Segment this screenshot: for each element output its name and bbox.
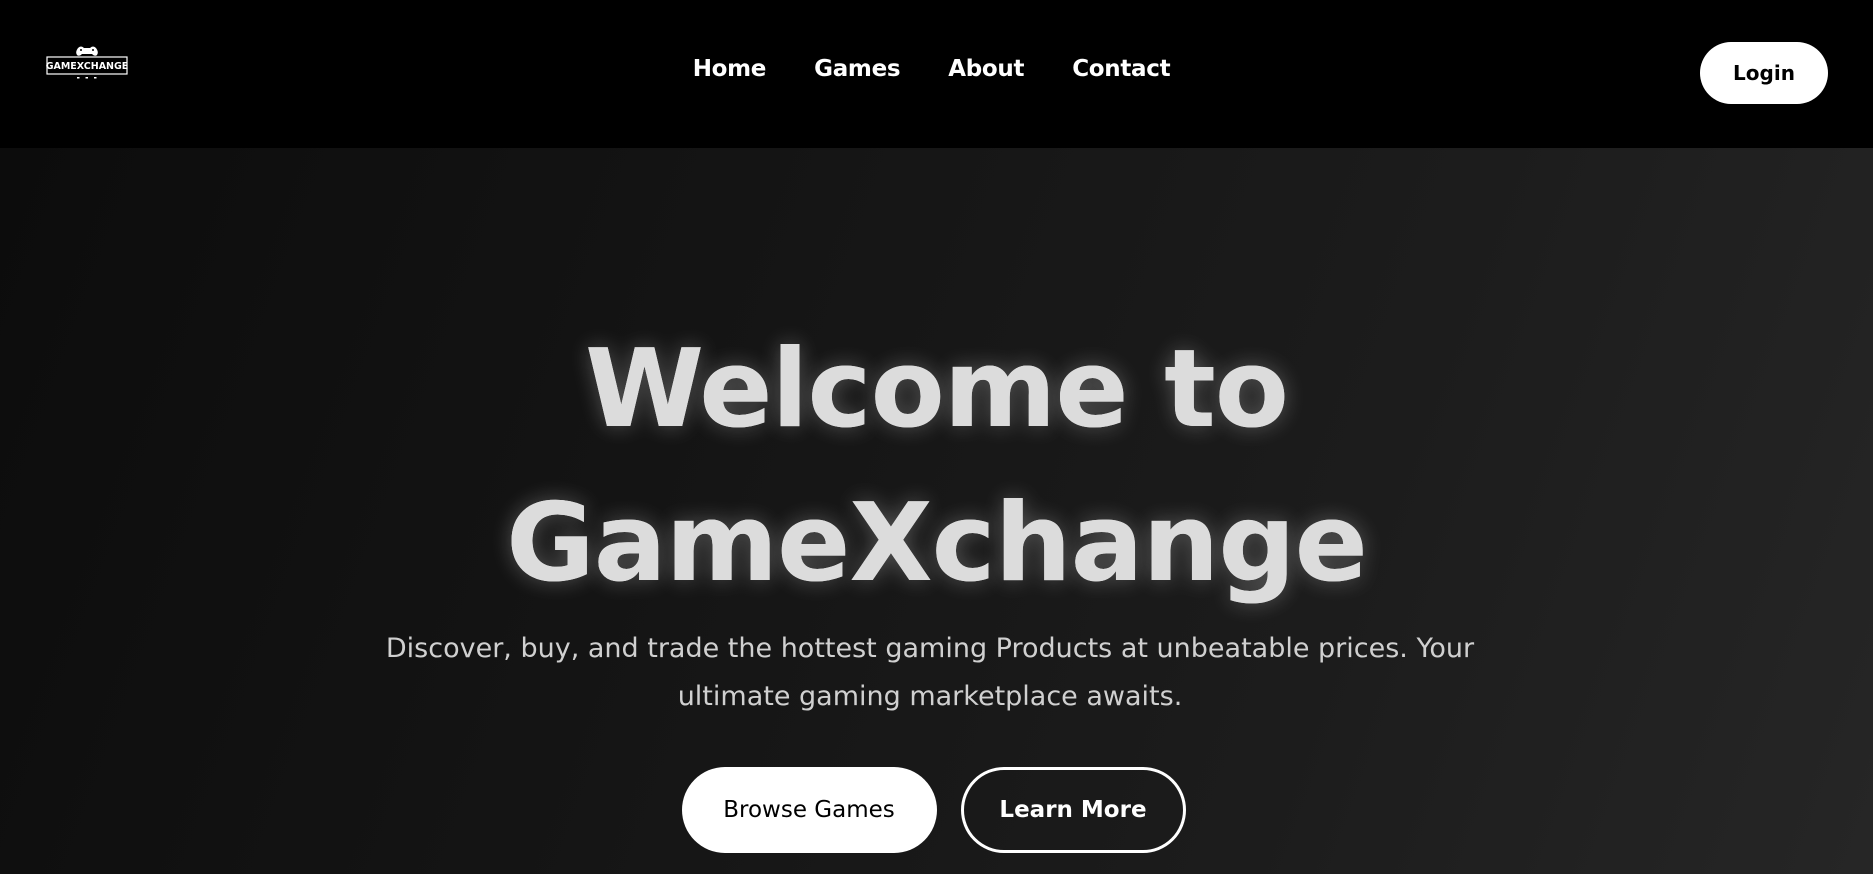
nav-link-home[interactable]: Home	[693, 56, 767, 82]
hero-title: Welcome to GameXchange	[0, 313, 1873, 621]
login-button[interactable]: Login	[1700, 42, 1828, 104]
learn-more-button[interactable]: Learn More	[960, 767, 1186, 853]
hero-subtitle: Discover, buy, and trade the hottest gam…	[385, 633, 1475, 712]
hero-title-line-2: GameXchange	[506, 481, 1368, 606]
hero-title-line-1: Welcome to	[585, 327, 1289, 452]
hero-section: Welcome to GameXchange Discover, buy, an…	[0, 148, 1873, 874]
browse-games-button[interactable]: Browse Games	[681, 767, 937, 853]
nav-link-about[interactable]: About	[948, 56, 1024, 82]
navbar: GAMEXCHANGE Home Games About Contact Log…	[0, 0, 1873, 148]
nav-link-games[interactable]: Games	[814, 56, 900, 82]
nav-link-contact[interactable]: Contact	[1072, 56, 1170, 82]
main-nav: Home Games About Contact	[0, 56, 1873, 82]
hero-actions: Browse Games Learn More	[0, 767, 1873, 853]
